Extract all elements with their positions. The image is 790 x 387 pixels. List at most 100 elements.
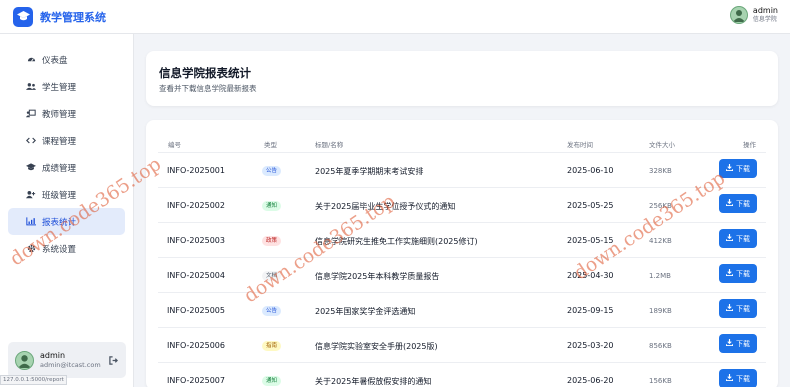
- column-header-action: 操作: [743, 141, 756, 149]
- download-button[interactable]: 下载: [719, 194, 757, 213]
- download-button[interactable]: 下载: [719, 369, 757, 387]
- file-size: 328KB: [649, 167, 672, 175]
- chart-icon: [26, 217, 36, 227]
- app-title: 教学管理系统: [40, 10, 106, 24]
- sidebar-item-label: 教师管理: [42, 109, 77, 120]
- sidebar-item-users[interactable]: 学生管理: [8, 73, 125, 100]
- download-icon: [725, 269, 734, 278]
- table-row: INFO-2025007 通知 关于2025年暑假放假安排的通知 2025-06-20…: [146, 363, 778, 387]
- sidebar-item-label: 课程管理: [42, 136, 77, 147]
- download-button[interactable]: 下载: [719, 264, 757, 283]
- file-size: 156KB: [649, 377, 672, 385]
- report-id: INFO-2025007: [167, 376, 225, 385]
- page-title: 信息学院报表统计: [159, 66, 251, 80]
- avatar: [15, 350, 34, 370]
- download-button[interactable]: 下载: [719, 229, 757, 248]
- download-label: 下载: [736, 200, 750, 208]
- graduation-cap-icon: [13, 6, 33, 27]
- type-badge: 通知: [262, 201, 282, 211]
- type-badge: 文档: [262, 271, 282, 281]
- sidebar-item-dashboard[interactable]: 仪表盘: [8, 46, 125, 73]
- file-size: 256KB: [649, 202, 672, 210]
- column-header-type: 类型: [264, 141, 277, 149]
- sidebar: 仪表盘学生管理教师管理课程管理成绩管理班级管理报表统计系统设置 admin ad…: [0, 34, 134, 387]
- publish-date: 2025-09-15: [567, 306, 614, 315]
- report-id: INFO-2025005: [167, 306, 225, 315]
- code-icon: [26, 136, 36, 146]
- report-id: INFO-2025001: [167, 166, 225, 175]
- report-id: INFO-2025003: [167, 236, 225, 245]
- report-title: 2025年国家奖学金评选通知: [315, 307, 416, 316]
- gear-icon: [26, 244, 36, 254]
- sidebar-item-gear[interactable]: 系统设置: [8, 235, 125, 262]
- sidebar-item-label: 学生管理: [42, 82, 77, 93]
- sidebar-item-chart[interactable]: 报表统计: [8, 208, 125, 235]
- status-url: 127.0.0.1:5000/report: [0, 375, 67, 385]
- sidebar-item-label: 班级管理: [42, 190, 77, 201]
- report-title: 关于2025年暑假放假安排的通知: [315, 377, 432, 386]
- users-icon: [26, 82, 36, 92]
- download-label: 下载: [736, 235, 750, 243]
- user-role: 信息学院: [752, 16, 777, 23]
- publish-date: 2025-06-10: [567, 166, 614, 175]
- download-label: 下载: [736, 165, 750, 173]
- download-label: 下载: [736, 375, 750, 383]
- sidebar-user-email: admin@itcast.com: [40, 360, 101, 369]
- table-row: INFO-2025005 公告 2025年国家奖学金评选通知 2025-09-15 18…: [146, 293, 778, 328]
- table-row: INFO-2025001 公告 2025年夏季学期期末考试安排 2025-06-10 3…: [146, 153, 778, 188]
- logout-icon[interactable]: [109, 356, 118, 367]
- sidebar-item-teacher[interactable]: 教师管理: [8, 100, 125, 127]
- report-title: 信息学院研究生推免工作实施细则(2025修订): [315, 237, 478, 246]
- grade-icon: [26, 163, 36, 173]
- download-label: 下载: [736, 270, 750, 278]
- sidebar-user-card: admin admin@itcast.com: [8, 342, 126, 378]
- top-bar: 教学管理系统 admin 信息学院: [0, 0, 790, 34]
- sidebar-item-class[interactable]: 班级管理: [8, 181, 125, 208]
- download-icon: [725, 374, 734, 383]
- sidebar-item-label: 仪表盘: [42, 55, 68, 66]
- page-subtitle: 查看并下载信息学院最新报表: [159, 84, 257, 93]
- report-table: 编号 类型 标题/名称 发布时间 文件大小 操作 INFO-2025001 公告 2…: [146, 120, 778, 387]
- download-icon: [725, 199, 734, 208]
- table-row: INFO-2025002 通知 关于2025届毕业生学位授予仪式的通知 2025-05…: [146, 188, 778, 223]
- sidebar-item-label: 系统设置: [42, 244, 77, 255]
- user-name: admin: [752, 6, 778, 15]
- download-icon: [725, 304, 734, 313]
- column-header-id: 编号: [168, 141, 181, 149]
- class-icon: [26, 190, 36, 200]
- sidebar-item-label: 报表统计: [42, 217, 77, 228]
- sidebar-nav: 仪表盘学生管理教师管理课程管理成绩管理班级管理报表统计系统设置: [0, 34, 133, 262]
- download-button[interactable]: 下载: [719, 334, 757, 353]
- publish-date: 2025-05-25: [567, 201, 614, 210]
- publish-date: 2025-05-15: [567, 236, 614, 245]
- page-header-card: 信息学院报表统计 查看并下载信息学院最新报表: [146, 51, 778, 106]
- file-size: 856KB: [649, 342, 672, 350]
- column-header-size: 文件大小: [649, 141, 675, 149]
- teacher-icon: [26, 109, 36, 119]
- publish-date: 2025-03-20: [567, 341, 614, 350]
- report-id: INFO-2025006: [167, 341, 225, 350]
- user-menu[interactable]: admin 信息学院: [729, 6, 778, 24]
- download-label: 下载: [736, 340, 750, 348]
- report-title: 关于2025届毕业生学位授予仪式的通知: [315, 202, 456, 211]
- column-header-title: 标题/名称: [315, 141, 344, 149]
- sidebar-item-grade[interactable]: 成绩管理: [8, 154, 125, 181]
- report-title: 2025年夏季学期期末考试安排: [315, 167, 424, 176]
- publish-date: 2025-06-20: [567, 376, 614, 385]
- file-size: 412KB: [649, 237, 672, 245]
- table-row: INFO-2025003 政策 信息学院研究生推免工作实施细则(2025修订) 202…: [146, 223, 778, 258]
- download-button[interactable]: 下载: [719, 159, 757, 178]
- report-id: INFO-2025004: [167, 271, 225, 280]
- avatar: [729, 6, 748, 24]
- file-size: 1.2MB: [649, 272, 671, 280]
- type-badge: 公告: [262, 166, 282, 176]
- sidebar-item-label: 成绩管理: [42, 163, 77, 174]
- type-badge: 通知: [262, 376, 282, 386]
- table-row: INFO-2025004 文档 信息学院2025年本科教学质量报告 2025-04-3…: [146, 258, 778, 293]
- download-button[interactable]: 下载: [719, 299, 757, 318]
- dashboard-icon: [26, 55, 36, 65]
- type-badge: 公告: [262, 306, 282, 316]
- sidebar-item-code[interactable]: 课程管理: [8, 127, 125, 154]
- type-badge: 指南: [262, 341, 282, 351]
- download-label: 下载: [736, 305, 750, 313]
